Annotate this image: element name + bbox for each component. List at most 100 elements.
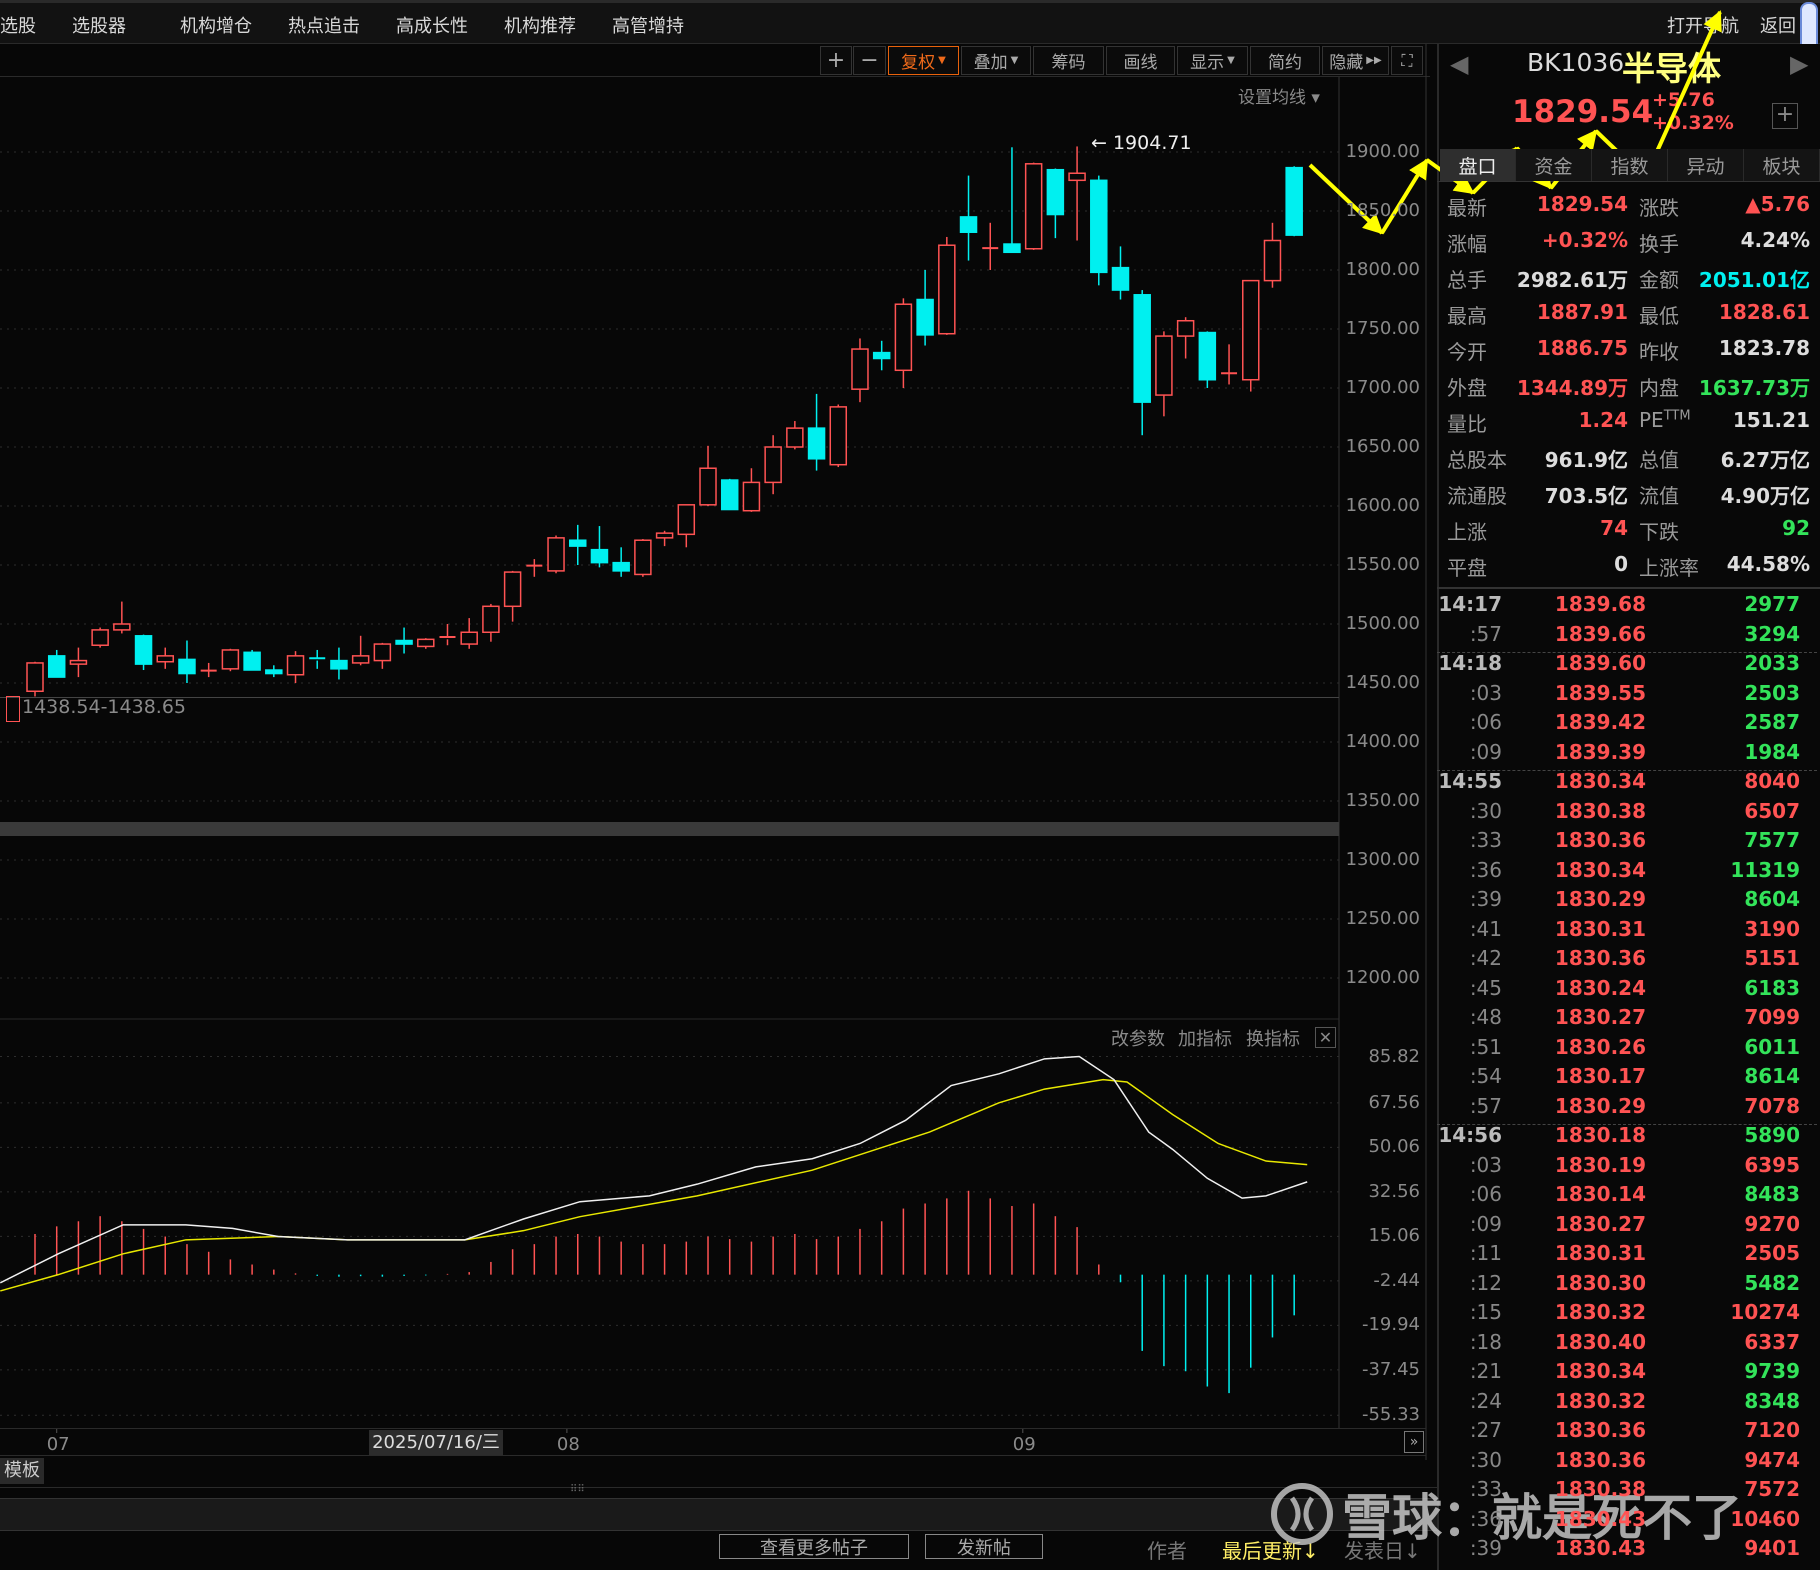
scroll-right-button[interactable]: » — [1404, 1431, 1424, 1453]
price-tick-label: 1200.00 — [1345, 967, 1420, 988]
quote-value: 1829.54 — [1536, 192, 1628, 216]
tick-time: 14:17 — [1438, 592, 1502, 616]
tab-4[interactable]: 板块 — [1744, 149, 1820, 181]
tick-price: 1830.36 — [1554, 828, 1646, 852]
prev-stock-icon[interactable]: ◀ — [1450, 50, 1468, 78]
tab-0[interactable]: 盘口 — [1440, 149, 1516, 181]
quote-value: 1887.91 — [1536, 300, 1628, 324]
divider — [0, 1487, 1437, 1488]
stock-name: 半导体 — [1622, 49, 1721, 88]
quote-value: 4.90万亿 — [1720, 484, 1810, 508]
candle-body — [1198, 331, 1217, 381]
new-post-button[interactable]: 发新帖 — [925, 1534, 1043, 1559]
tick-volume: 9270 — [1744, 1211, 1800, 1236]
tab-3[interactable]: 异动 — [1668, 149, 1744, 181]
tick-price: 1830.27 — [1554, 1211, 1646, 1236]
candle — [720, 478, 739, 511]
candle-body — [1155, 335, 1173, 396]
menu-item-1[interactable]: 选股器 — [72, 12, 126, 38]
menu-item-6[interactable]: 高管增持 — [612, 12, 684, 38]
candle-body — [959, 216, 978, 233]
tick-volume: 7099 — [1744, 1005, 1800, 1029]
quote-value: 74 — [1600, 516, 1628, 540]
tick-volume: 2033 — [1744, 651, 1800, 675]
tick-time: :30 — [1469, 1447, 1502, 1472]
candle — [894, 298, 913, 388]
tick-price: 1830.27 — [1554, 1005, 1646, 1029]
sort-post-date[interactable]: 发表日↓ — [1344, 1535, 1421, 1564]
candle-body — [1003, 243, 1021, 254]
tick-time: :24 — [1469, 1388, 1502, 1413]
tick-volume: 8348 — [1744, 1388, 1800, 1413]
next-stock-icon[interactable]: ▶ — [1790, 50, 1808, 78]
quote-label: 流值 — [1639, 480, 1679, 509]
quote-value: 1637.73万 — [1698, 376, 1810, 400]
tick-time: :11 — [1469, 1241, 1502, 1265]
tick-volume: 2503 — [1744, 680, 1800, 705]
menu-item-3[interactable]: 热点追击 — [288, 12, 360, 38]
sort-author[interactable]: 作者 — [1147, 1535, 1187, 1564]
candle — [309, 649, 326, 669]
tick-price: 1830.36 — [1554, 1418, 1646, 1442]
candle-body — [764, 446, 782, 484]
open-nav-link[interactable]: 打开导航 — [1667, 12, 1739, 38]
candle-body — [1263, 239, 1282, 282]
tick-time: :54 — [1469, 1064, 1502, 1088]
candle — [699, 445, 717, 506]
candle-body — [395, 639, 413, 645]
menu-item-4[interactable]: 高成长性 — [396, 12, 468, 38]
tick-price: 1830.43 — [1554, 1536, 1646, 1560]
quote-label: 总手 — [1447, 268, 1487, 292]
sort-last-update[interactable]: 最后更新↓ — [1222, 1535, 1319, 1564]
menu-item-2[interactable]: 机构增仓 — [180, 12, 252, 38]
tick-volume: 3190 — [1744, 916, 1800, 941]
pane-divider[interactable] — [0, 822, 1339, 836]
quote-value: 151.21 — [1732, 408, 1810, 432]
quote-label: 下跌 — [1639, 516, 1679, 545]
tick-time: :33 — [1469, 828, 1502, 852]
candle — [47, 649, 66, 678]
tab-2[interactable]: 指数 — [1592, 149, 1668, 181]
candle-body — [1046, 168, 1065, 216]
candle — [569, 524, 587, 565]
change-params-button[interactable]: 改参数 — [1111, 1025, 1165, 1051]
view-more-posts-button[interactable]: 查看更多帖子 — [719, 1534, 909, 1559]
indicator-line-white — [0, 1055, 1308, 1284]
kline-chart[interactable] — [0, 0, 1430, 1460]
tick-volume: 10460 — [1730, 1506, 1800, 1531]
price-tick-label: 1800.00 — [1345, 259, 1420, 280]
candle — [113, 601, 131, 634]
price-tick-label: 1500.00 — [1345, 613, 1420, 634]
menu-item-5[interactable]: 机构推荐 — [504, 12, 576, 38]
add-indicator-button[interactable]: 加指标 — [1178, 1025, 1232, 1051]
tick-time: :09 — [1469, 1211, 1502, 1236]
candle-body — [851, 348, 869, 390]
candle-body — [243, 651, 261, 671]
candle-body — [569, 539, 587, 547]
tick-volume: 5151 — [1744, 946, 1800, 970]
back-link[interactable]: 返回 — [1760, 12, 1796, 38]
tick-time: :36 — [1469, 857, 1502, 882]
candle — [1176, 317, 1195, 359]
candle — [417, 638, 435, 649]
post-filter-bar — [0, 1498, 1437, 1531]
candle — [829, 404, 848, 468]
quote-label: 涨幅 — [1447, 232, 1487, 256]
candle-body — [417, 638, 435, 648]
quote-label: 总股本 — [1447, 448, 1507, 472]
switch-indicator-button[interactable]: 换指标 — [1246, 1025, 1300, 1051]
template-button[interactable]: 模板 — [0, 1458, 44, 1484]
tick-price: 1830.31 — [1554, 1241, 1646, 1265]
candle-body — [178, 658, 196, 675]
tick-volume: 2587 — [1744, 710, 1800, 734]
candle — [330, 647, 348, 680]
resize-handle[interactable]: ⠿⠿ — [570, 1484, 585, 1495]
add-watchlist-icon[interactable]: + — [1772, 103, 1798, 129]
tab-1[interactable]: 资金 — [1516, 149, 1592, 181]
tick-price: 1830.26 — [1554, 1034, 1646, 1059]
candle-body — [460, 631, 478, 645]
menu-item-0[interactable]: 选股 — [0, 12, 36, 38]
quote-label-text: 流值 — [1639, 484, 1679, 508]
price-tick-label: 1700.00 — [1345, 377, 1420, 398]
quote-value: 1344.89万 — [1516, 376, 1628, 400]
